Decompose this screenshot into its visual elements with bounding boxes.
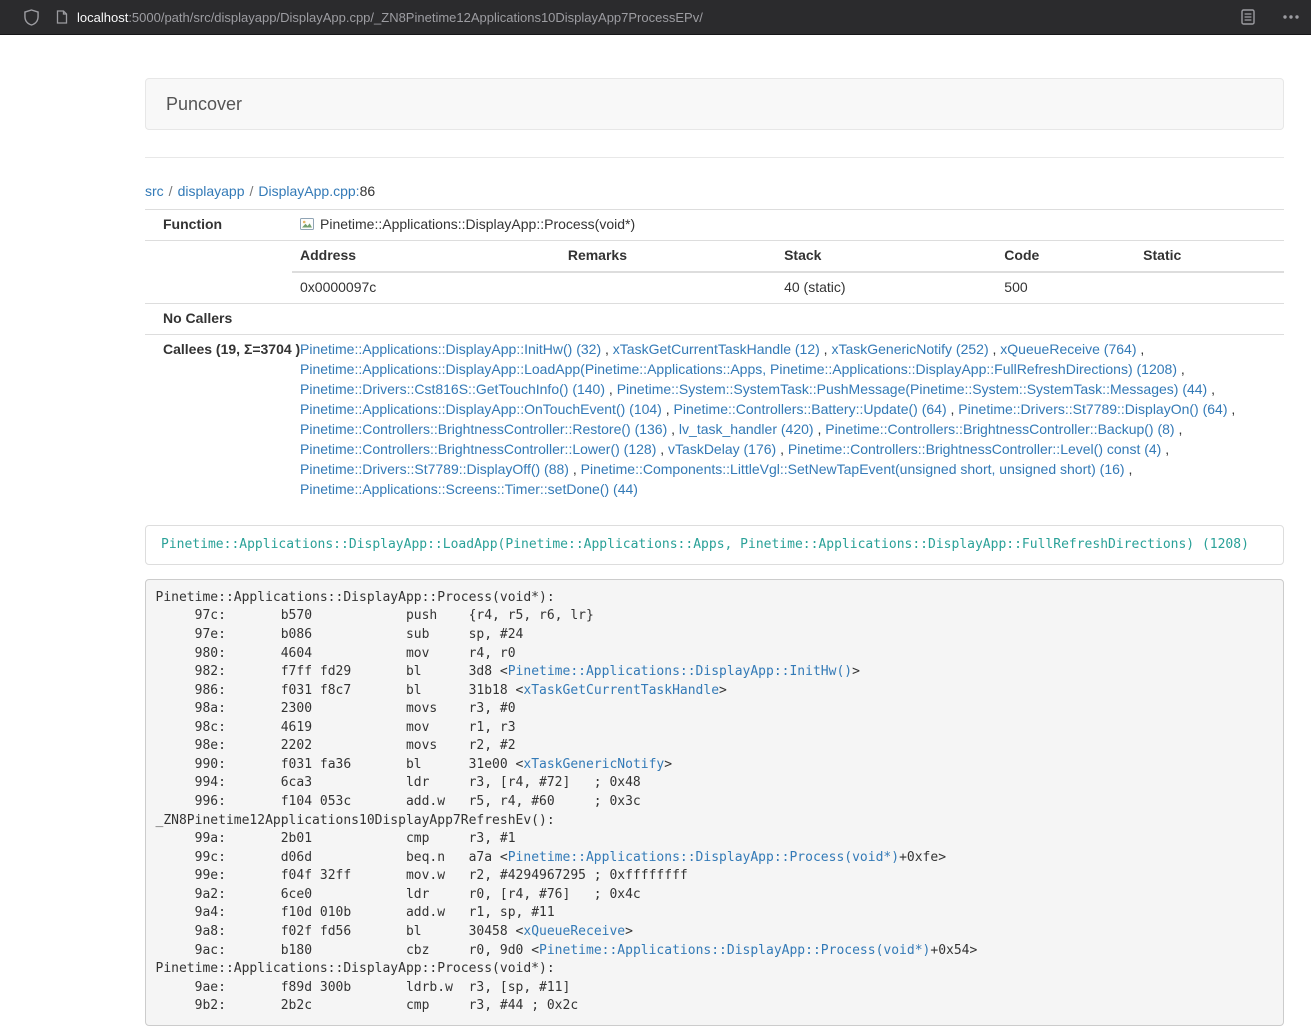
symbol-link[interactable]: xQueueReceive bbox=[523, 924, 625, 939]
function-name-cell: Pinetime::Applications::DisplayApp::Proc… bbox=[292, 210, 1284, 241]
callee-link[interactable]: Pinetime::Drivers::Cst816S::GetTouchInfo… bbox=[300, 381, 605, 397]
callee-separator: , bbox=[601, 341, 613, 357]
address-value: 0x0000097c bbox=[292, 272, 560, 303]
callee-separator: , bbox=[776, 441, 788, 457]
callee-link[interactable]: Pinetime::Applications::DisplayApp::Load… bbox=[300, 361, 1177, 377]
callee-separator: , bbox=[1175, 421, 1183, 437]
toolbar-right-icons bbox=[1214, 9, 1300, 25]
symbol-type-icon bbox=[300, 217, 314, 231]
callee-link[interactable]: Pinetime::Applications::DisplayApp::Init… bbox=[300, 341, 601, 357]
callee-link[interactable]: Pinetime::Applications::Screens::Timer::… bbox=[300, 481, 638, 497]
column-code: Code bbox=[996, 241, 1135, 272]
callee-link[interactable]: Pinetime::Controllers::BrightnessControl… bbox=[300, 441, 656, 457]
disassembly: Pinetime::Applications::DisplayApp::Proc… bbox=[145, 579, 1284, 1026]
callee-link[interactable]: Pinetime::Controllers::BrightnessControl… bbox=[788, 441, 1161, 457]
code-value: 500 bbox=[996, 272, 1135, 303]
callee-link[interactable]: xTaskGenericNotify (252) bbox=[831, 341, 988, 357]
callee-separator: , bbox=[947, 401, 959, 417]
shield-icon[interactable] bbox=[24, 9, 39, 26]
column-remarks: Remarks bbox=[560, 241, 776, 272]
callees-label: Callees (19, Σ=3704 ) bbox=[145, 334, 292, 504]
metrics-value-row: 0x0000097c 40 (static) 500 bbox=[292, 272, 1284, 303]
column-static: Static bbox=[1135, 241, 1284, 272]
callee-link[interactable]: vTaskDelay (176) bbox=[668, 441, 776, 457]
callee-separator: , bbox=[1228, 401, 1236, 417]
metrics-header-row: Address Remarks Stack Code Static bbox=[292, 241, 1284, 272]
metrics-row-spacer bbox=[145, 240, 292, 303]
callee-separator: , bbox=[1125, 461, 1133, 477]
app-navbar: Puncover bbox=[145, 78, 1284, 130]
callee-link[interactable]: Pinetime::Controllers::Battery::Update()… bbox=[674, 401, 947, 417]
function-row: Function Pinetime::Applications::Display… bbox=[145, 210, 1284, 241]
callee-separator: , bbox=[1136, 341, 1144, 357]
callees-row: Callees (19, Σ=3704 ) Pinetime::Applicat… bbox=[145, 334, 1284, 504]
symbol-link[interactable]: Pinetime::Applications::DisplayApp::Proc… bbox=[539, 943, 930, 958]
callee-separator: , bbox=[814, 421, 826, 437]
browser-toolbar: localhost:5000/path/src/displayapp/Displ… bbox=[0, 0, 1311, 35]
breadcrumb-link-src[interactable]: src bbox=[145, 183, 164, 199]
reader-view-icon[interactable] bbox=[1241, 9, 1255, 25]
callee-separator: , bbox=[1161, 441, 1169, 457]
callee-link[interactable]: Pinetime::Components::LittleVgl::SetNewT… bbox=[581, 461, 1125, 477]
breadcrumb-link-file[interactable]: DisplayApp.cpp: bbox=[258, 183, 359, 199]
callee-link[interactable]: Pinetime::Drivers::St7789::DisplayOff() … bbox=[300, 461, 569, 477]
no-callers-row: No Callers bbox=[145, 303, 1284, 334]
callee-separator: , bbox=[989, 341, 1001, 357]
callee-link[interactable]: Pinetime::Controllers::BrightnessControl… bbox=[300, 421, 667, 437]
function-name: Pinetime::Applications::DisplayApp::Proc… bbox=[320, 216, 635, 232]
url-path: :5000/path/src/displayapp/DisplayApp.cpp… bbox=[128, 10, 703, 25]
breadcrumb: src/displayapp/DisplayApp.cpp:86 bbox=[145, 181, 1284, 201]
breadcrumb-separator: / bbox=[245, 183, 259, 199]
callee-separator: , bbox=[820, 341, 832, 357]
callee-separator: , bbox=[1207, 381, 1215, 397]
callee-link[interactable]: lv_task_handler (420) bbox=[679, 421, 814, 437]
symbol-link[interactable]: xTaskGetCurrentTaskHandle bbox=[523, 683, 719, 698]
function-label: Function bbox=[145, 210, 292, 241]
static-value bbox=[1135, 272, 1284, 303]
callee-link[interactable]: Pinetime::System::SystemTask::PushMessag… bbox=[617, 381, 1208, 397]
no-callers-cell bbox=[292, 303, 1284, 334]
stack-value: 40 (static) bbox=[776, 272, 996, 303]
breadcrumb-separator: / bbox=[164, 183, 178, 199]
callee-link[interactable]: Pinetime::Drivers::St7789::DisplayOn() (… bbox=[958, 401, 1227, 417]
highlighted-symbol-text: Pinetime::Applications::DisplayApp::Load… bbox=[161, 537, 1249, 552]
callee-separator: , bbox=[1177, 361, 1185, 377]
callee-separator: , bbox=[662, 401, 674, 417]
callees-list: Pinetime::Applications::DisplayApp::Init… bbox=[292, 334, 1284, 504]
app-brand[interactable]: Puncover bbox=[146, 94, 262, 114]
callee-link[interactable]: Pinetime::Applications::DisplayApp::OnTo… bbox=[300, 401, 662, 417]
url-bar[interactable]: localhost:5000/path/src/displayapp/Displ… bbox=[56, 10, 1214, 25]
metrics-row: Address Remarks Stack Code Static 0x0000… bbox=[145, 240, 1284, 303]
callee-link[interactable]: xTaskGetCurrentTaskHandle (12) bbox=[613, 341, 820, 357]
divider bbox=[145, 157, 1284, 158]
url-text: localhost:5000/path/src/displayapp/Displ… bbox=[77, 10, 703, 25]
url-host: localhost bbox=[77, 10, 128, 25]
symbol-link[interactable]: Pinetime::Applications::DisplayApp::Init… bbox=[508, 664, 852, 679]
breadcrumb-line-number: 86 bbox=[360, 183, 376, 199]
page-content: Puncover src/displayapp/DisplayApp.cpp:8… bbox=[145, 35, 1284, 1026]
highlighted-symbol-panel: Pinetime::Applications::DisplayApp::Load… bbox=[145, 525, 1284, 565]
symbol-info-table: Function Pinetime::Applications::Display… bbox=[145, 209, 1284, 505]
no-callers-label: No Callers bbox=[145, 303, 292, 334]
callee-link[interactable]: Pinetime::Controllers::BrightnessControl… bbox=[825, 421, 1174, 437]
remarks-value bbox=[560, 272, 776, 303]
callee-separator: , bbox=[605, 381, 617, 397]
overflow-menu-icon[interactable] bbox=[1282, 10, 1300, 24]
symbol-link[interactable]: Pinetime::Applications::DisplayApp::Proc… bbox=[508, 850, 899, 865]
breadcrumb-link-displayapp[interactable]: displayapp bbox=[178, 183, 245, 199]
metrics-table-cell: Address Remarks Stack Code Static 0x0000… bbox=[292, 240, 1284, 303]
callee-link[interactable]: xQueueReceive (764) bbox=[1000, 341, 1136, 357]
callee-separator: , bbox=[569, 461, 581, 477]
column-stack: Stack bbox=[776, 241, 996, 272]
column-address: Address bbox=[292, 241, 560, 272]
metrics-table: Address Remarks Stack Code Static 0x0000… bbox=[292, 241, 1284, 303]
callee-separator: , bbox=[656, 441, 668, 457]
page-icon bbox=[56, 10, 68, 24]
symbol-link[interactable]: xTaskGenericNotify bbox=[523, 757, 664, 772]
callee-separator: , bbox=[667, 421, 679, 437]
